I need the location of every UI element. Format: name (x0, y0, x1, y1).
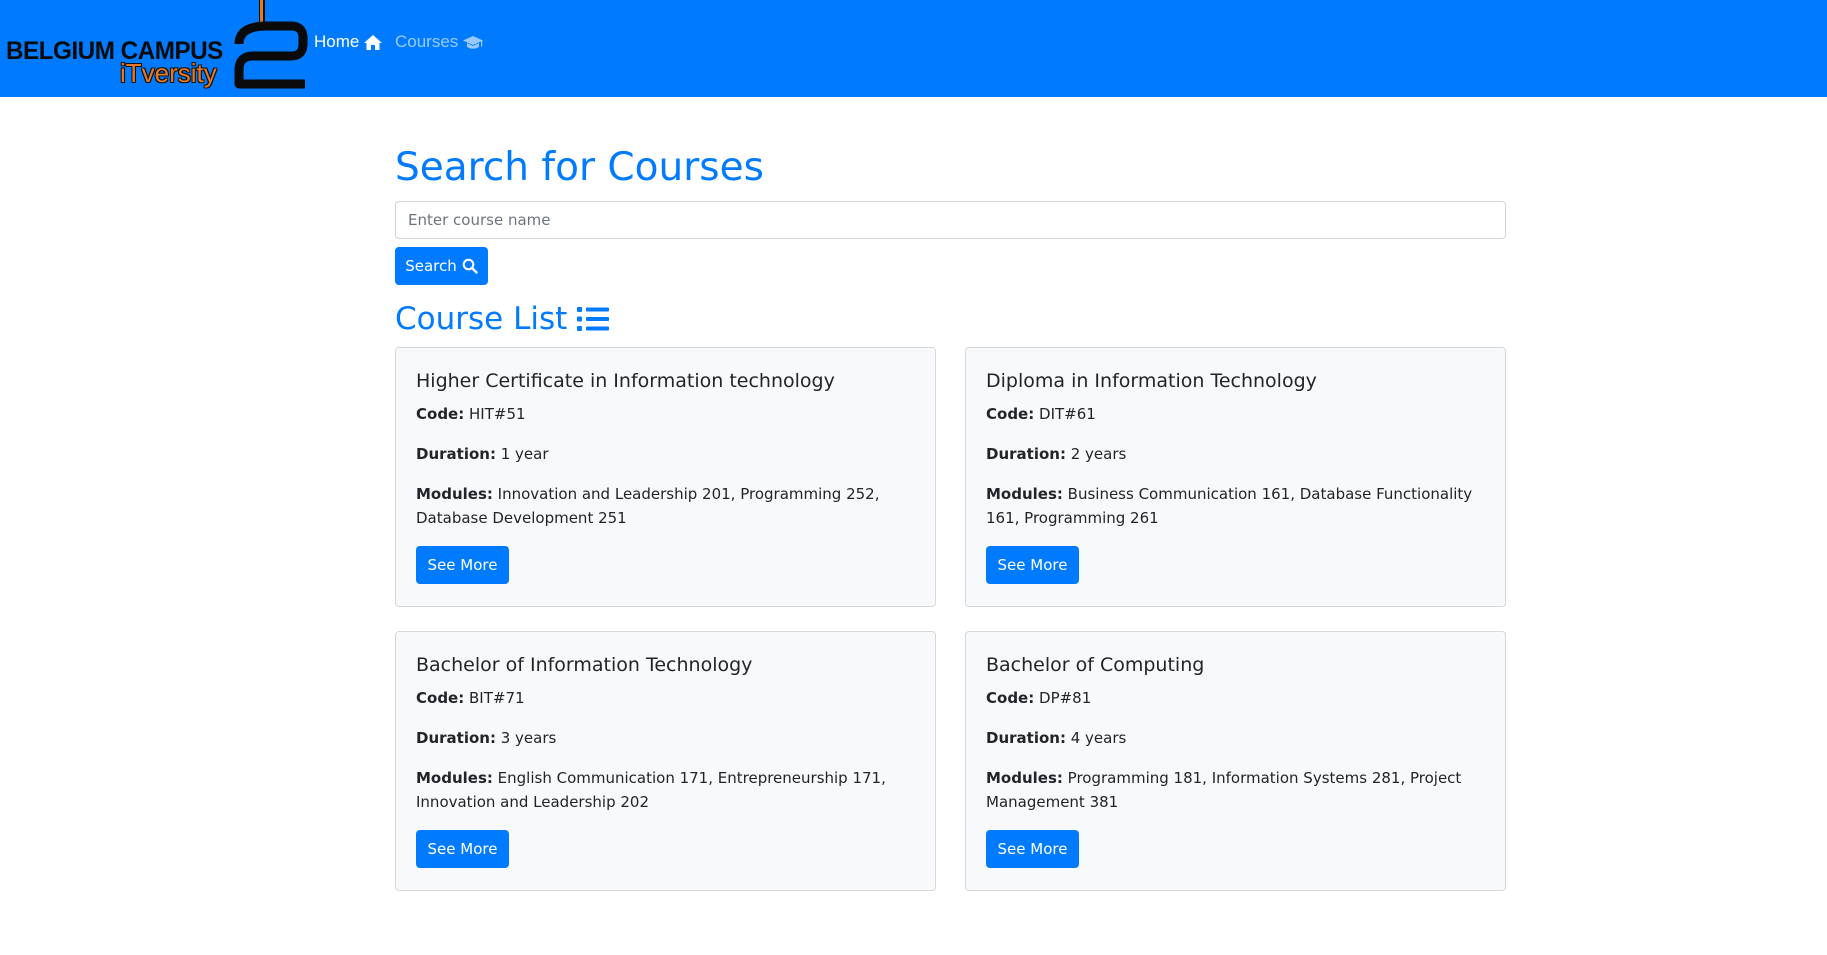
page-title: Search for Courses (395, 145, 764, 190)
course-duration-value: 2 years (1070, 445, 1127, 463)
course-modules-label: Modules: (986, 769, 1063, 787)
course-code-label: Code: (416, 689, 465, 707)
course-code: Code: DP#81 (986, 686, 1485, 710)
brand-logo[interactable]: BELGIUM CAMPUS iTversity (4, 0, 309, 97)
course-title: Diploma in Information Technology (986, 370, 1317, 392)
nav-courses-label: Courses (395, 32, 459, 51)
course-list-title: Course List (395, 301, 610, 337)
course-card: Higher Certificate in Information techno… (395, 347, 936, 607)
navbar: BELGIUM CAMPUS iTversity Home Courses (0, 0, 1827, 97)
course-code-label: Code: (986, 405, 1035, 423)
graduation-cap-icon (463, 35, 484, 49)
course-code-value: HIT#51 (469, 405, 526, 423)
course-code-value: BIT#71 (469, 689, 525, 707)
home-icon (364, 34, 383, 50)
brand-tagline: iTversity (120, 58, 217, 88)
course-code-label: Code: (416, 405, 465, 423)
nav-courses-link[interactable]: Courses (395, 32, 484, 52)
course-title: Bachelor of Computing (986, 654, 1205, 676)
brand-mark-icon (234, 0, 308, 89)
course-code: Code: DIT#61 (986, 402, 1485, 426)
course-modules: Modules: English Communication 171, Entr… (416, 766, 915, 814)
course-list-title-text: Course List (395, 301, 568, 337)
course-duration: Duration: 4 years (986, 726, 1485, 750)
course-card: Bachelor of Computing Code: DP#81 Durati… (965, 631, 1506, 891)
list-icon (577, 307, 610, 331)
see-more-button[interactable]: See More (416, 830, 509, 868)
search-button-label: Search (405, 257, 457, 275)
search-button[interactable]: Search (395, 247, 488, 285)
course-card: Diploma in Information Technology Code: … (965, 347, 1506, 607)
nav-home-link[interactable]: Home (314, 32, 383, 52)
course-duration: Duration: 1 year (416, 442, 915, 466)
course-modules: Modules: Business Communication 161, Dat… (986, 482, 1485, 530)
course-code-value: DIT#61 (1039, 405, 1096, 423)
course-duration: Duration: 2 years (986, 442, 1485, 466)
search-icon (462, 258, 478, 274)
course-duration-value: 1 year (500, 445, 549, 463)
course-modules-label: Modules: (416, 769, 493, 787)
search-input[interactable] (395, 201, 1506, 239)
course-duration-label: Duration: (416, 445, 496, 463)
course-duration-label: Duration: (416, 729, 496, 747)
course-duration: Duration: 3 years (416, 726, 915, 750)
course-duration-label: Duration: (986, 445, 1066, 463)
nav-home-label: Home (314, 32, 360, 51)
course-duration-label: Duration: (986, 729, 1066, 747)
course-modules: Modules: Programming 181, Information Sy… (986, 766, 1485, 814)
course-title: Bachelor of Information Technology (416, 654, 753, 676)
course-code: Code: BIT#71 (416, 686, 915, 710)
see-more-button[interactable]: See More (986, 546, 1079, 584)
course-code: Code: HIT#51 (416, 402, 915, 426)
course-title: Higher Certificate in Information techno… (416, 370, 835, 392)
course-duration-value: 3 years (500, 729, 557, 747)
course-card: Bachelor of Information Technology Code:… (395, 631, 936, 891)
see-more-button[interactable]: See More (986, 830, 1079, 868)
course-modules-label: Modules: (986, 485, 1063, 503)
course-code-value: DP#81 (1039, 689, 1092, 707)
course-modules: Modules: Innovation and Leadership 201, … (416, 482, 915, 530)
course-modules-label: Modules: (416, 485, 493, 503)
see-more-button[interactable]: See More (416, 546, 509, 584)
course-code-label: Code: (986, 689, 1035, 707)
course-duration-value: 4 years (1070, 729, 1127, 747)
